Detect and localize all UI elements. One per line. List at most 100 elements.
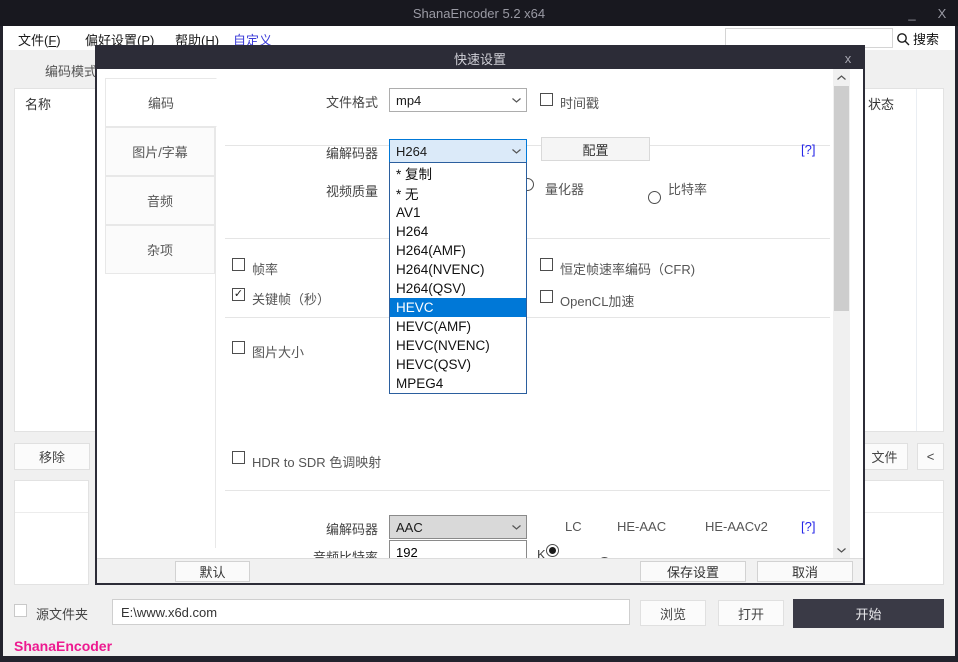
- scroll-up-arrow[interactable]: [833, 69, 850, 85]
- quantizer-label: 量化器: [545, 179, 584, 198]
- column-divider: [916, 89, 917, 431]
- statusbar-brand: ShanaEncoder: [14, 638, 112, 654]
- chevron-down-icon: [512, 98, 521, 103]
- source-folder-checkbox[interactable]: [14, 604, 27, 617]
- bitrate-label: 比特率: [668, 179, 707, 198]
- panel-divider: [15, 512, 88, 513]
- audio-codec-select[interactable]: AAC: [389, 515, 527, 539]
- column-header-status[interactable]: 状态: [868, 94, 894, 113]
- sidebar-item-audio[interactable]: 音频: [105, 176, 215, 225]
- dialog-body: 编码 图片/字幕 音频 杂项 文件格式 mp4 时间戳 编解码器 H264 配置…: [97, 69, 863, 558]
- save-settings-button[interactable]: 保存设置: [640, 561, 746, 582]
- file-format-value: mp4: [396, 93, 421, 108]
- audio-codec-help-link[interactable]: [?]: [801, 519, 815, 534]
- column-header-name[interactable]: 名称: [25, 94, 51, 113]
- section-divider: [225, 490, 830, 491]
- sidebar-item-misc[interactable]: 杂项: [105, 225, 215, 274]
- dialog-scrollbar[interactable]: [833, 69, 850, 558]
- picture-size-label: 图片大小: [252, 342, 304, 361]
- codec-option[interactable]: H264(AMF): [390, 241, 526, 260]
- remove-button[interactable]: 移除: [14, 443, 90, 470]
- window-border-left: [0, 26, 3, 662]
- search-button[interactable]: 搜索: [896, 29, 939, 48]
- keyframe-label: 关键帧（秒）: [252, 289, 330, 308]
- sidebar-item-encode[interactable]: 编码: [105, 78, 217, 127]
- video-codec-dropdown-list: * 复制 * 无 AV1 H264 H264(AMF) H264(NVENC) …: [389, 162, 527, 394]
- dialog-close-button[interactable]: x: [839, 49, 857, 67]
- video-codec-value: H264: [396, 144, 427, 159]
- file-format-select[interactable]: mp4: [389, 88, 527, 112]
- codec-option[interactable]: HEVC(AMF): [390, 317, 526, 336]
- codec-option[interactable]: AV1: [390, 203, 526, 222]
- close-button[interactable]: X: [929, 0, 955, 26]
- app-window: ShanaEncoder 5.2 x64 _ X 文件(F) 偏好设置(P) 帮…: [0, 0, 958, 662]
- right-lower-panel: [861, 480, 944, 585]
- codec-option[interactable]: * 无: [390, 183, 526, 203]
- browse-button[interactable]: 浏览: [640, 600, 706, 626]
- config-button[interactable]: 配置: [541, 137, 650, 161]
- window-title: ShanaEncoder 5.2 x64: [413, 6, 545, 21]
- hdr-label: HDR to SDR 色调映射: [252, 452, 381, 471]
- codec-option[interactable]: * 复制: [390, 163, 526, 183]
- section-divider: [225, 238, 830, 239]
- sidebar-divider: [215, 78, 216, 548]
- video-quality-label: 视频质量: [247, 181, 378, 200]
- audio-bitrate-unit: K: [537, 547, 546, 558]
- scroll-thumb[interactable]: [834, 86, 849, 311]
- menu-file[interactable]: 文件(F): [18, 30, 61, 49]
- panel-divider: [862, 512, 943, 513]
- chevron-down-icon: [512, 149, 521, 154]
- open-button[interactable]: 打开: [718, 600, 784, 626]
- codec-option[interactable]: MPEG4: [390, 374, 526, 393]
- video-codec-select[interactable]: H264: [389, 139, 527, 163]
- codec-option-selected[interactable]: HEVC: [390, 298, 526, 317]
- opencl-label: OpenCL加速: [560, 291, 634, 310]
- he-aac-label: HE-AAC: [617, 519, 666, 534]
- codec-option[interactable]: HEVC(NVENC): [390, 336, 526, 355]
- source-folder-label: 源文件夹: [36, 604, 88, 623]
- default-button[interactable]: 默认: [175, 561, 250, 582]
- timestamp-label: 时间戳: [560, 93, 599, 112]
- codec-option[interactable]: H264: [390, 222, 526, 241]
- audio-bitrate-label: 音频比特率: [247, 547, 378, 558]
- video-codec-help-link[interactable]: [?]: [801, 142, 815, 157]
- quick-settings-dialog: 快速设置 x 编码 图片/字幕 音频 杂项 文件格式 mp4 时间戳 编解码器 …: [95, 45, 865, 585]
- audio-bitrate-input[interactable]: [389, 540, 527, 558]
- search-button-label: 搜索: [913, 29, 939, 48]
- framerate-label: 帧率: [252, 259, 278, 278]
- cfr-checkbox[interactable]: [540, 258, 553, 271]
- minimize-button[interactable]: _: [899, 0, 925, 26]
- lc-radio[interactable]: [546, 544, 559, 557]
- codec-option[interactable]: H264(NVENC): [390, 260, 526, 279]
- video-codec-label: 编解码器: [247, 143, 378, 162]
- lc-label: LC: [565, 519, 582, 534]
- audio-codec-label: 编解码器: [247, 519, 378, 538]
- sidebar-item-image-subtitle[interactable]: 图片/字幕: [105, 127, 215, 176]
- collapse-button[interactable]: <: [917, 443, 944, 470]
- add-file-button[interactable]: 文件: [861, 443, 908, 470]
- picture-size-checkbox[interactable]: [232, 341, 245, 354]
- timestamp-checkbox[interactable]: [540, 93, 553, 106]
- left-lower-panel: [14, 480, 89, 585]
- bitrate-radio[interactable]: [648, 191, 661, 204]
- framerate-checkbox[interactable]: [232, 258, 245, 271]
- source-path-input[interactable]: [112, 599, 630, 625]
- scroll-down-arrow[interactable]: [833, 542, 850, 558]
- opencl-checkbox[interactable]: [540, 290, 553, 303]
- codec-option[interactable]: H264(QSV): [390, 279, 526, 298]
- window-border-bottom: [0, 656, 958, 662]
- hdr-checkbox[interactable]: [232, 451, 245, 464]
- start-button[interactable]: 开始: [793, 599, 944, 628]
- search-icon: [896, 32, 910, 46]
- titlebar: ShanaEncoder 5.2 x64: [0, 0, 958, 26]
- codec-option[interactable]: HEVC(QSV): [390, 355, 526, 374]
- file-format-label: 文件格式: [247, 92, 378, 111]
- dialog-titlebar: 快速设置: [97, 47, 863, 69]
- section-divider: [225, 317, 830, 318]
- tab-encode-mode[interactable]: 编码模式: [45, 61, 97, 80]
- dialog-title: 快速设置: [454, 49, 506, 68]
- keyframe-checkbox[interactable]: [232, 288, 245, 301]
- cancel-button[interactable]: 取消: [757, 561, 853, 582]
- audio-codec-value: AAC: [396, 520, 423, 535]
- chevron-down-icon: [512, 525, 521, 530]
